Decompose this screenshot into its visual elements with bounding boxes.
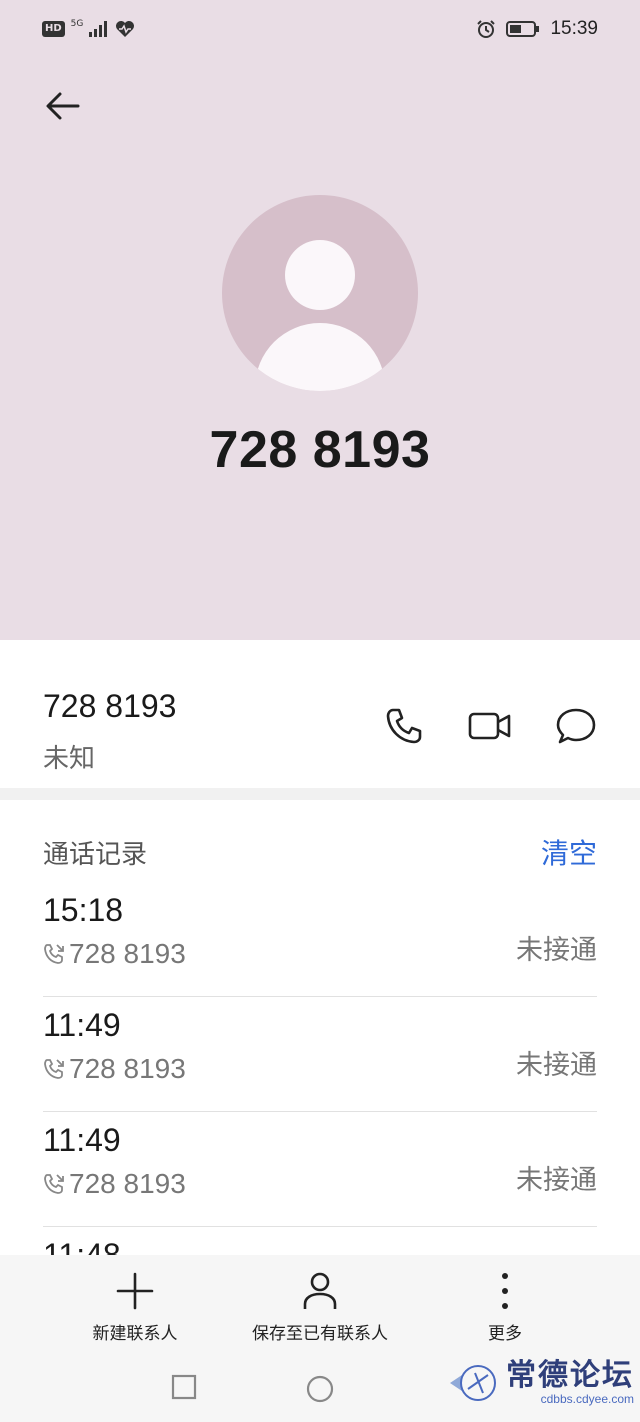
call-time: 11:49 [43, 1122, 121, 1158]
square-icon [171, 1374, 197, 1400]
hd-badge: HD [42, 21, 65, 37]
call-log-item[interactable]: 11:49 728 8193 未接通 [43, 997, 597, 1112]
more-icon-wrap [499, 1269, 511, 1313]
bottom-action-bar: 新建联系人 保存至已有联系人 更多 [0, 1255, 640, 1350]
avatar [222, 195, 418, 391]
heart-icon [116, 21, 135, 37]
call-log-icon [44, 944, 64, 964]
status-bar: HD 5G 15:39 [0, 0, 640, 62]
signal-icon [89, 21, 108, 37]
status-time: 15:39 [550, 18, 598, 39]
call-number: 728 8193 [69, 938, 186, 969]
plus-icon-wrap [115, 1269, 155, 1313]
contact-title-number: 728 8193 [209, 421, 431, 479]
circle-icon [306, 1375, 334, 1403]
call-number-row: 728 8193 [43, 1053, 186, 1085]
call-number: 728 8193 [69, 1053, 186, 1084]
alarm-icon [477, 20, 496, 38]
call-status: 未接通 [516, 935, 597, 966]
back-button[interactable] [40, 84, 88, 132]
new-contact-button[interactable]: 新建联系人 [40, 1255, 230, 1350]
video-call-button[interactable] [466, 702, 514, 750]
battery-icon [506, 21, 540, 37]
contact-label: 未知 [43, 744, 96, 774]
home-button[interactable] [305, 1374, 335, 1408]
call-log-icon [44, 1174, 64, 1194]
watermark-logo-icon [450, 1365, 496, 1401]
call-log-item[interactable]: 15:18 728 8193 未接通 [43, 882, 597, 997]
call-status: 未接通 [516, 1050, 597, 1081]
call-log-section: 通话记录 清空 15:18 728 8193 未接通 11:49 728 819… [0, 800, 640, 1255]
message-icon [556, 708, 596, 744]
save-to-existing-button[interactable]: 保存至已有联系人 [225, 1255, 415, 1350]
more-button[interactable]: 更多 [410, 1255, 600, 1350]
avatar-body [255, 323, 385, 391]
new-contact-label: 新建联系人 [92, 1324, 178, 1344]
more-vertical-icon [502, 1273, 508, 1309]
call-log-item[interactable]: 11:48 [43, 1227, 597, 1255]
phone-icon [386, 708, 422, 744]
watermark-text: 常德论坛 [506, 1358, 634, 1393]
back-arrow-icon [46, 92, 80, 120]
more-label: 更多 [488, 1324, 522, 1344]
call-log-item[interactable]: 11:49 728 8193 未接通 [43, 1112, 597, 1227]
section-divider [0, 788, 640, 800]
avatar-head [285, 240, 355, 310]
status-bar-right: 15:39 [476, 18, 598, 40]
call-status: 未接通 [516, 1165, 597, 1196]
call-log-title: 通话记录 [43, 840, 148, 870]
contact-info-card: 728 8193 未知 [0, 640, 640, 788]
call-number-row: 728 8193 [43, 1168, 186, 1200]
message-button[interactable] [552, 702, 600, 750]
contact-header: HD 5G 15:39 728 8193 [0, 0, 640, 640]
status-bar-left: HD 5G [42, 19, 135, 38]
contact-number[interactable]: 728 8193 [43, 688, 176, 725]
call-number: 728 8193 [69, 1168, 186, 1199]
network-type: 5G [70, 19, 84, 29]
clear-log-button[interactable]: 清空 [541, 832, 597, 872]
call-log-icon [44, 1059, 64, 1079]
watermark: 常德论坛 cdbbs.cdyee.com [448, 1360, 634, 1406]
call-time: 11:48 [43, 1237, 121, 1255]
call-log-list: 15:18 728 8193 未接通 11:49 728 8193 未接通 11… [43, 882, 597, 1255]
person-icon [303, 1272, 337, 1309]
watermark-url: cdbbs.cdyee.com [540, 1392, 634, 1406]
plus-icon [116, 1272, 154, 1310]
call-time: 11:49 [43, 1007, 121, 1043]
call-time: 15:18 [43, 892, 124, 928]
video-call-icon [468, 712, 511, 740]
person-icon-wrap [302, 1269, 338, 1313]
save-to-existing-label: 保存至已有联系人 [252, 1324, 388, 1344]
call-number-row: 728 8193 [43, 938, 186, 970]
call-button[interactable] [380, 702, 428, 750]
recents-button[interactable] [171, 1374, 197, 1404]
